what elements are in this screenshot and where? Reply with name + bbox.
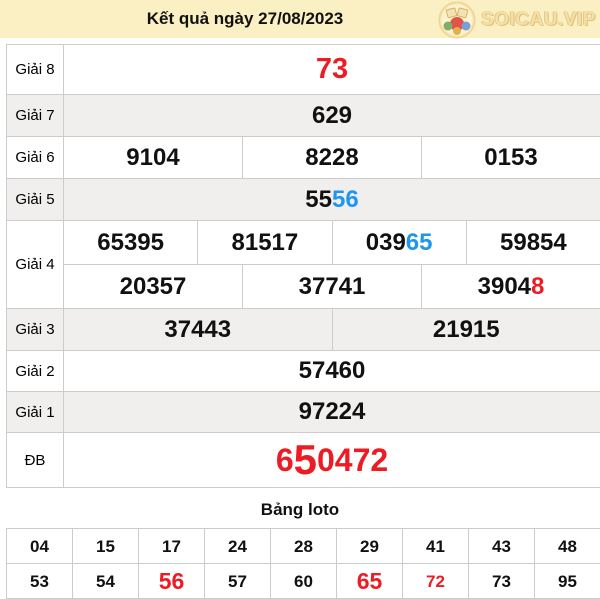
loto-row: 535456576065727395: [7, 563, 600, 598]
loto-cell: 73: [468, 564, 534, 598]
prize-row: Giải 6 9104 8228 0153: [7, 136, 600, 178]
prize-number-part: 97224: [299, 400, 366, 424]
prize-label: Giải 5: [7, 179, 64, 220]
prize-number-cell: 81517: [197, 221, 331, 264]
prize-number-cell: 21915: [332, 309, 600, 350]
prize-label: Giải 2: [7, 351, 64, 391]
prize-label: Giải 7: [7, 95, 64, 136]
loto-cell: 29: [336, 529, 402, 563]
prize-number-cell: 9104: [64, 137, 242, 178]
loto-cell: 60: [270, 564, 336, 598]
loto-cell: 24: [204, 529, 270, 563]
prize-number-cell: 629: [64, 95, 600, 136]
prize-number-part: 629: [312, 104, 352, 128]
loto-cell: 41: [402, 529, 468, 563]
prize-number-part: 65: [406, 231, 433, 255]
prize-number-cell: 650472: [64, 433, 600, 487]
prize-label: Giải 8: [7, 45, 64, 94]
prize-label: Giải 4: [7, 221, 64, 308]
prize-number-part: 3904: [478, 275, 531, 299]
prize-row: Giải 2 57460: [7, 350, 600, 391]
prize-number-part: 0472: [317, 444, 388, 476]
soicau-logo-icon: [435, 0, 479, 40]
soicau-logo-text[interactable]: SOICAU.VIP: [481, 9, 596, 31]
prize-number-part: 37443: [164, 318, 231, 342]
loto-cell: 15: [72, 529, 138, 563]
prize-number-cell: 57460: [64, 351, 600, 391]
prize-number-part: 8228: [305, 146, 358, 170]
prize-number-cell: 73: [64, 45, 600, 94]
prize-number-cell: 8228: [242, 137, 421, 178]
prize-number-part: 81517: [232, 231, 299, 255]
prize-number-cell: 5556: [64, 179, 600, 220]
prize-row: Giải 3 37443 21915: [7, 308, 600, 350]
prize-number-part: 57460: [299, 359, 366, 383]
prize-number-part: 0153: [484, 146, 537, 170]
page: Kết quả ngày 27/08/2023 SOICAU.VIP Giải …: [0, 0, 600, 599]
prize-number-part: 55: [305, 188, 332, 212]
prize-table: Giải 873Giải 7629Giải 6910482280153Giải …: [6, 44, 600, 488]
loto-cell: 56: [138, 564, 204, 598]
prize-label: Giải 6: [7, 137, 64, 178]
loto-cell: 95: [534, 564, 600, 598]
loto-row: 041517242829414348: [7, 529, 600, 563]
prize-number-part: 59854: [500, 231, 567, 255]
loto-cell: 43: [468, 529, 534, 563]
prize-number-part: 21915: [433, 318, 500, 342]
prize-number-part: 20357: [120, 275, 187, 299]
prize-row: ĐB650472: [7, 432, 600, 487]
loto-cell: 65: [336, 564, 402, 598]
loto-cell: 48: [534, 529, 600, 563]
loto-cell: 17: [138, 529, 204, 563]
prize-number-part: 5: [294, 439, 317, 481]
prize-number-part: 65395: [97, 231, 164, 255]
loto-cell: 72: [402, 564, 468, 598]
prize-number-cell: 59854: [466, 221, 600, 264]
prize-number-cell: 0153: [421, 137, 600, 178]
prize-row: Giải 7 629: [7, 94, 600, 136]
prize-number-part: 37741: [299, 275, 366, 299]
prize-number-part: 56: [332, 188, 359, 212]
prize-number-part: 9104: [126, 146, 179, 170]
prize-row: Giải 8 73: [7, 45, 600, 94]
prize-number-cell: 03965: [332, 221, 466, 264]
prize-label: ĐB: [7, 433, 64, 487]
loto-table: 041517242829414348535456576065727395: [6, 528, 600, 599]
prize-number-part: 73: [316, 55, 348, 84]
prize-number-cell: 65395: [64, 221, 197, 264]
prize-row: Giải 1 97224: [7, 391, 600, 432]
prize-number-cell: 20357: [64, 265, 242, 308]
prize-row: Giải 55556: [7, 178, 600, 220]
prize-number-part: 6: [276, 444, 294, 476]
loto-cell: 28: [270, 529, 336, 563]
loto-cell: 57: [204, 564, 270, 598]
loto-title: Bảng loto: [0, 499, 600, 521]
page-title: Kết quả ngày 27/08/2023: [0, 0, 490, 38]
prize-number-cell: 39048: [421, 265, 600, 308]
header-bar: Kết quả ngày 27/08/2023 SOICAU.VIP: [0, 0, 600, 38]
prize-label: Giải 3: [7, 309, 64, 350]
prize-label: Giải 1: [7, 392, 64, 432]
prize-number-cell: 97224: [64, 392, 600, 432]
loto-cell: 54: [72, 564, 138, 598]
soicau-logo[interactable]: SOICAU.VIP: [435, 0, 596, 41]
loto-cell: 04: [7, 529, 72, 563]
prize-row: Giải 4 65395 81517 03965 59854 20357 37741 3904…: [7, 220, 600, 308]
prize-number-part: 8: [531, 275, 544, 299]
loto-cell: 53: [7, 564, 72, 598]
prize-number-cell: 37443: [64, 309, 332, 350]
prize-number-cell: 37741: [242, 265, 421, 308]
prize-number-part: 039: [366, 231, 406, 255]
